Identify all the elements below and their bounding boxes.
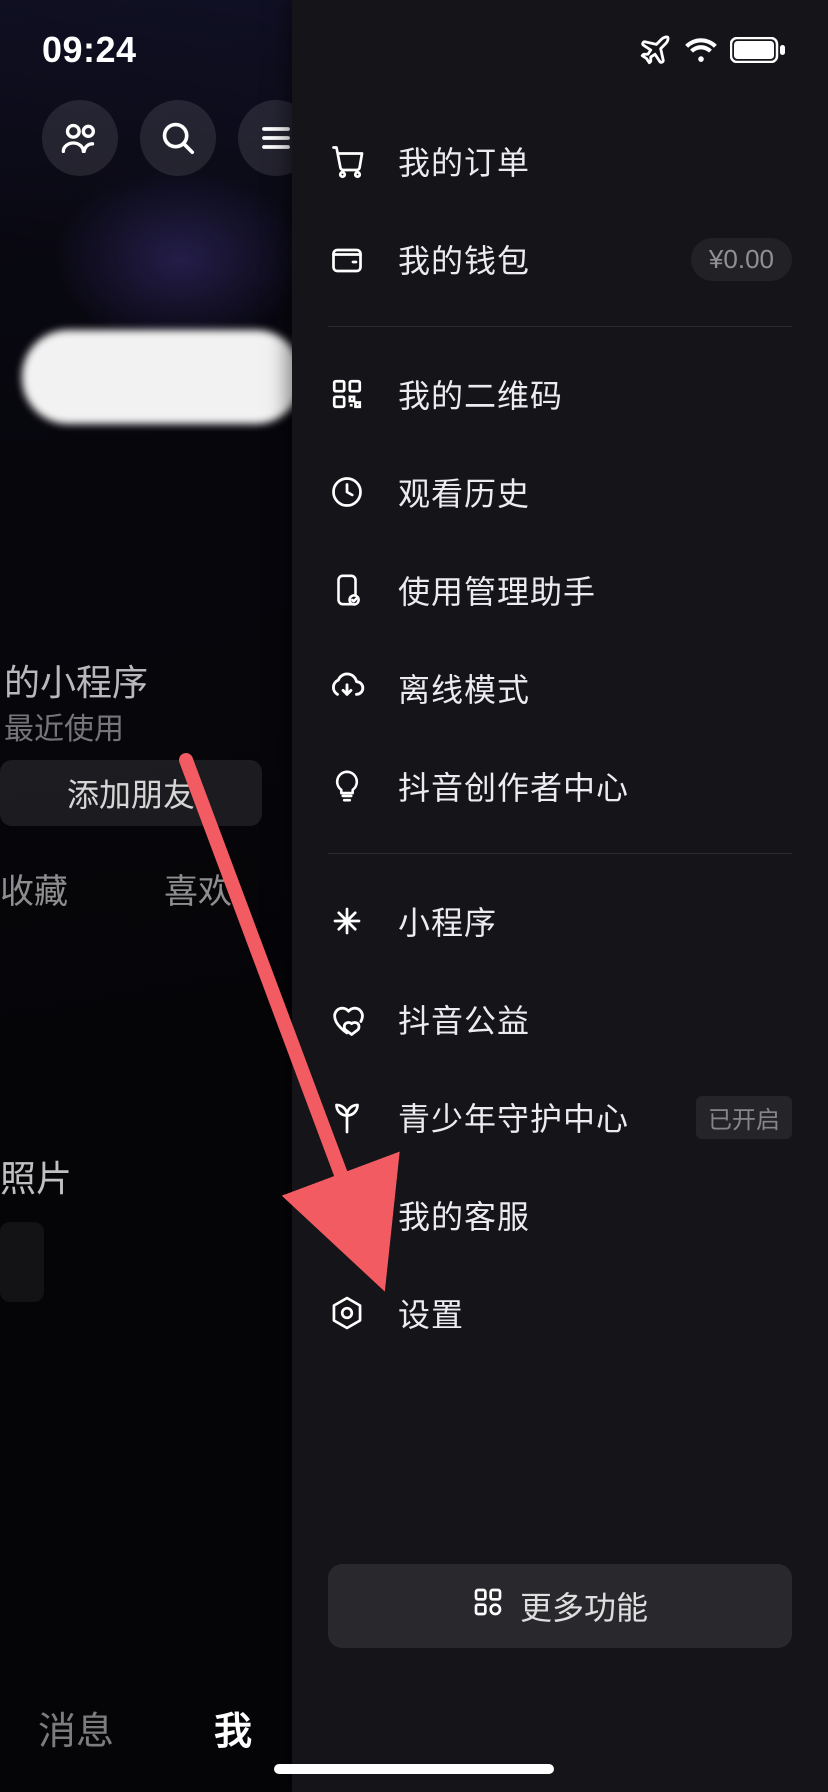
bg-photo-title: 照片	[0, 1150, 72, 1202]
menu-charity[interactable]: 抖音公益	[292, 970, 828, 1068]
airplane-mode-icon	[638, 33, 672, 67]
qrcode-icon	[328, 375, 366, 413]
menu-settings[interactable]: 设置	[292, 1264, 828, 1362]
bg-photo-thumbnail[interactable]	[0, 1222, 44, 1302]
bg-tab-favorites[interactable]: 收藏	[0, 864, 68, 913]
menu-youth-guard[interactable]: 青少年守护中心 已开启	[292, 1068, 828, 1166]
menu-settings-label: 设置	[398, 1290, 792, 1336]
add-friends-icon[interactable]	[42, 100, 118, 176]
divider	[328, 326, 792, 327]
lightbulb-icon	[328, 767, 366, 805]
divider	[328, 853, 792, 854]
add-friend-button[interactable]: 添加朋友	[0, 760, 262, 826]
cart-icon	[328, 142, 366, 180]
menu-usage-assistant[interactable]: 使用管理助手	[292, 541, 828, 639]
menu-customer-service-label: 我的客服	[398, 1192, 792, 1238]
phone-check-icon	[328, 571, 366, 609]
home-indicator[interactable]	[274, 1764, 554, 1774]
menu-charity-label: 抖音公益	[398, 996, 792, 1042]
menu-miniprogram[interactable]: 小程序	[292, 872, 828, 970]
battery-icon	[730, 37, 786, 63]
wallet-amount-badge: ¥0.00	[691, 238, 792, 281]
menu-offline-label: 离线模式	[398, 665, 792, 711]
menu-wallet[interactable]: 我的钱包 ¥0.00	[292, 210, 828, 308]
menu-offline[interactable]: 离线模式	[292, 639, 828, 737]
bg-miniprog-title: 的小程序	[0, 654, 148, 706]
wallet-icon	[328, 240, 366, 278]
clock-icon	[328, 473, 366, 511]
more-features-label: 更多功能	[520, 1583, 648, 1629]
menu-usage-assistant-label: 使用管理助手	[398, 567, 792, 613]
menu-qrcode[interactable]: 我的二维码	[292, 345, 828, 443]
more-features-button[interactable]: 更多功能	[328, 1564, 792, 1648]
sparkle-icon	[328, 902, 366, 940]
menu-history-label: 观看历史	[398, 469, 792, 515]
menu-creator-center-label: 抖音创作者中心	[398, 763, 792, 809]
menu-creator-center[interactable]: 抖音创作者中心	[292, 737, 828, 835]
headset-icon	[328, 1196, 366, 1234]
menu-youth-guard-label: 青少年守护中心	[398, 1094, 664, 1140]
settings-icon	[328, 1294, 366, 1332]
menu-qrcode-label: 我的二维码	[398, 371, 792, 417]
menu-orders-label: 我的订单	[398, 138, 792, 184]
heart-icon	[328, 1000, 366, 1038]
status-icons	[638, 33, 786, 67]
wifi-icon	[684, 36, 718, 64]
menu-history[interactable]: 观看历史	[292, 443, 828, 541]
cloud-download-icon	[328, 669, 366, 707]
menu-orders[interactable]: 我的订单	[292, 112, 828, 210]
tab-messages[interactable]: 消息	[38, 1700, 114, 1755]
profile-top-icons	[42, 100, 314, 176]
bg-miniprog-sub: 最近使用	[0, 704, 124, 748]
status-time: 09:24	[42, 29, 137, 71]
add-friend-label: 添加朋友	[67, 770, 195, 816]
youth-guard-badge: 已开启	[696, 1096, 792, 1139]
status-bar: 09:24	[0, 0, 828, 100]
search-icon[interactable]	[140, 100, 216, 176]
grid-icon	[472, 1586, 504, 1626]
side-menu-panel: 我的订单 我的钱包 ¥0.00 我的二维码 观看历史 使用管理助手 离线模式	[292, 0, 828, 1792]
tab-me[interactable]: 我	[214, 1700, 252, 1755]
menu-wallet-label: 我的钱包	[398, 236, 659, 282]
redacted-username	[22, 330, 302, 424]
bg-tab-likes[interactable]: 喜欢	[164, 864, 232, 913]
menu-customer-service[interactable]: 我的客服	[292, 1166, 828, 1264]
seedling-icon	[328, 1098, 366, 1136]
menu-miniprogram-label: 小程序	[398, 898, 792, 944]
